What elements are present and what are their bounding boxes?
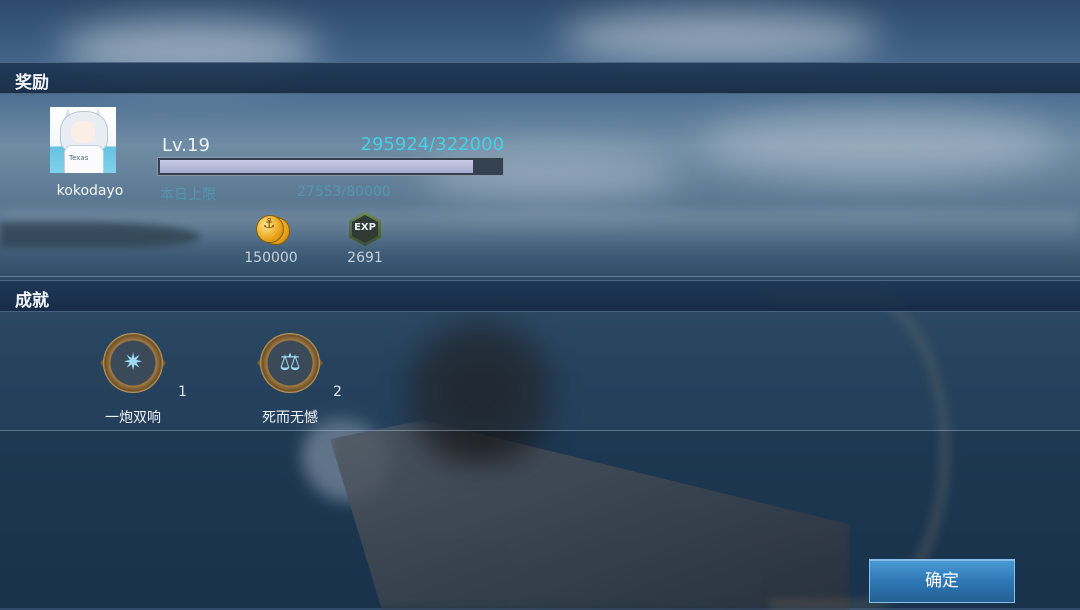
reward-gold-value: 150000 xyxy=(244,250,298,266)
gold-coin-icon: ⚓ xyxy=(254,212,290,246)
player-level: Lv.19 xyxy=(162,135,210,156)
achievement-name: 死而无憾 xyxy=(262,410,318,426)
exp-icon-label: EXP xyxy=(354,222,376,233)
avatar-shirt-text: Texas xyxy=(69,154,89,162)
achievements-header-bar: 成就 xyxy=(0,280,1080,312)
achievement-name: 一炮双响 xyxy=(105,410,161,426)
xp-progress-bar xyxy=(157,157,504,176)
achievement-item[interactable]: ✷ 一炮双响 xyxy=(78,333,188,427)
reward-exp: EXP 2691 xyxy=(325,212,405,266)
rewards-header-bar: 奖励 xyxy=(0,62,1080,94)
player-name: kokodayo xyxy=(56,183,124,199)
xp-progress-fill xyxy=(160,160,474,173)
achievements-divider xyxy=(0,430,1080,431)
double-shot-medal-icon: ✷ xyxy=(100,333,166,393)
confirm-button[interactable]: 确定 xyxy=(869,559,1015,603)
achievement-count: 1 xyxy=(178,384,187,400)
double-shot-glyph: ✷ xyxy=(122,348,144,376)
exp-icon: EXP xyxy=(349,212,381,246)
avatar[interactable]: Texas xyxy=(50,107,116,173)
achievements-title: 成就 xyxy=(15,291,49,311)
daily-limit-value: 27553/80000 xyxy=(297,184,391,200)
anchor-icon: ⚓ xyxy=(262,216,276,232)
background-cloud xyxy=(560,10,880,65)
achievement-item[interactable]: ⚖ 死而无憾 xyxy=(235,333,345,427)
scales-medal-icon: ⚖ xyxy=(257,333,323,393)
rewards-title: 奖励 xyxy=(15,73,49,93)
reward-exp-value: 2691 xyxy=(347,250,383,266)
avatar-face xyxy=(71,121,95,143)
daily-limit-label: 本日上限 xyxy=(160,187,216,203)
xp-progress-text: 295924/322000 xyxy=(360,134,505,155)
background-battleship xyxy=(330,420,850,610)
scales-glyph: ⚖ xyxy=(279,348,301,376)
rewards-divider xyxy=(0,276,1080,277)
achievement-count: 2 xyxy=(333,384,342,400)
reward-gold: ⚓ 150000 xyxy=(231,212,311,266)
